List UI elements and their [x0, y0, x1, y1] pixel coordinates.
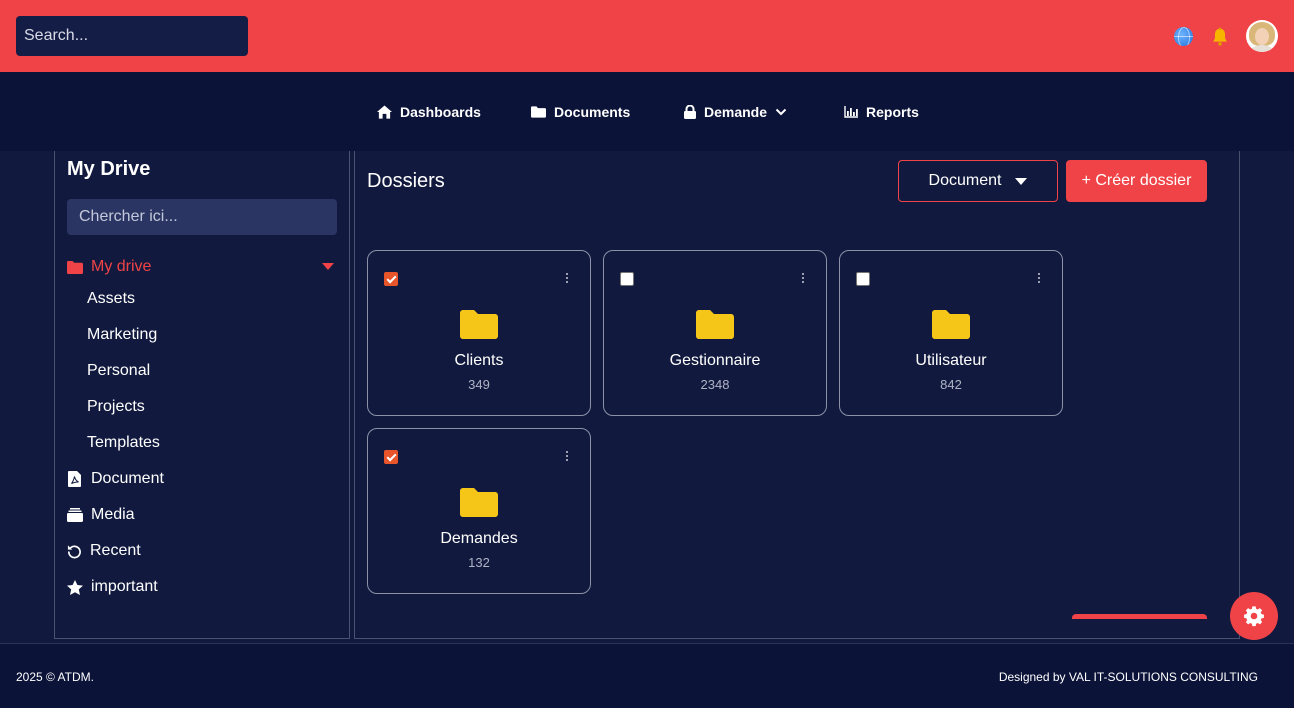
folder-count: 2348	[700, 377, 730, 392]
folder-name: Utilisateur	[915, 352, 987, 369]
folder-icon	[531, 106, 546, 118]
chevron-down-icon	[775, 108, 787, 116]
more-options-icon[interactable]	[800, 273, 806, 287]
folder-name: Gestionnaire	[669, 352, 761, 369]
folders-panel: Dossiers Document + Créer dossier Client…	[354, 151, 1240, 639]
folder-card[interactable]: Clients 349	[367, 250, 591, 416]
sidebar-subitem-assets[interactable]: Assets	[87, 288, 135, 310]
caret-down-icon	[1015, 177, 1028, 185]
folder-count: 132	[468, 555, 490, 570]
sidebar-subitem-templates[interactable]: Templates	[87, 432, 160, 454]
more-options-icon[interactable]	[1036, 273, 1042, 287]
folder-icon	[460, 488, 498, 517]
sidebar-item-label: Media	[91, 506, 135, 523]
drive-sidebar: My Drive My drive Assets Marketing Perso…	[54, 151, 350, 639]
folder-name: Clients	[454, 352, 504, 369]
document-dropdown-label: Document	[928, 172, 1002, 189]
nav-demande[interactable]: Demande	[684, 101, 787, 123]
sidebar-subitem-projects[interactable]: Projects	[87, 396, 145, 418]
lock-icon	[684, 105, 696, 119]
credits-text: Designed by VAL IT-SOLUTIONS CONSULTING	[998, 670, 1258, 684]
nav-reports[interactable]: Reports	[844, 101, 919, 123]
nav-dashboards[interactable]: Dashboards	[377, 101, 481, 123]
bell-icon[interactable]	[1209, 26, 1231, 48]
sidebar-item-label: My drive	[91, 258, 152, 275]
sidebar-subitem-personal[interactable]: Personal	[87, 360, 150, 382]
footer: 2025 © ATDM. Designed by VAL IT-SOLUTION…	[0, 643, 1294, 708]
create-folder-button[interactable]: + Créer dossier	[1066, 160, 1207, 202]
refresh-icon	[67, 544, 81, 558]
folder-icon	[932, 310, 970, 339]
globe-icon[interactable]	[1174, 27, 1193, 46]
sidebar-item-media[interactable]: Media	[67, 503, 135, 527]
sidebar-search-input[interactable]	[67, 199, 337, 235]
folder-card[interactable]: Gestionnaire 2348	[603, 250, 827, 416]
media-icon	[67, 508, 83, 522]
partial-button[interactable]	[1072, 614, 1207, 619]
folder-checkbox[interactable]	[384, 450, 398, 464]
folder-checkbox[interactable]	[856, 272, 870, 286]
nav-demande-label: Demande	[704, 104, 768, 120]
folder-name: Demandes	[440, 530, 518, 547]
sidebar-item-label: Recent	[90, 542, 141, 559]
folder-card[interactable]: Demandes 132	[367, 428, 591, 594]
nav-dashboards-label: Dashboards	[400, 104, 481, 120]
sidebar-item-document[interactable]: Document	[67, 467, 164, 491]
sidebar-item-label: important	[91, 578, 158, 595]
nav-documents-label: Documents	[554, 104, 631, 120]
star-icon	[67, 579, 83, 595]
copyright-text: 2025 © ATDM.	[16, 670, 94, 684]
gear-icon	[1244, 606, 1264, 627]
folder-count: 842	[940, 377, 962, 392]
sidebar-item-label: Document	[91, 470, 164, 487]
sidebar-item-recent[interactable]: Recent	[67, 539, 141, 563]
folder-icon	[696, 310, 734, 339]
file-pdf-icon	[68, 471, 81, 487]
folder-open-icon	[67, 260, 83, 274]
document-dropdown-button[interactable]: Document	[898, 160, 1058, 202]
folder-checkbox[interactable]	[384, 272, 398, 286]
nav-documents[interactable]: Documents	[531, 101, 630, 123]
caret-down-icon[interactable]	[322, 263, 334, 270]
folder-card[interactable]: Utilisateur 842	[839, 250, 1063, 416]
more-options-icon[interactable]	[564, 273, 570, 287]
folder-count: 349	[468, 377, 490, 392]
sidebar-item-my-drive[interactable]: My drive	[67, 255, 151, 279]
page-title: Dossiers	[367, 170, 445, 192]
folder-checkbox[interactable]	[620, 272, 634, 286]
global-search-input[interactable]	[16, 16, 248, 56]
sidebar-item-important[interactable]: important	[67, 575, 158, 599]
bar-chart-icon	[844, 106, 858, 118]
sidebar-subitem-marketing[interactable]: Marketing	[87, 324, 157, 346]
nav-reports-label: Reports	[866, 104, 919, 120]
sidebar-title: My Drive	[67, 158, 151, 180]
more-options-icon[interactable]	[564, 451, 570, 465]
home-icon	[377, 105, 392, 119]
main-nav: Dashboards Documents Demande Reports	[0, 72, 1294, 151]
top-bar	[0, 0, 1294, 72]
settings-button[interactable]	[1230, 592, 1278, 640]
folder-icon	[460, 310, 498, 339]
avatar[interactable]	[1246, 20, 1278, 52]
